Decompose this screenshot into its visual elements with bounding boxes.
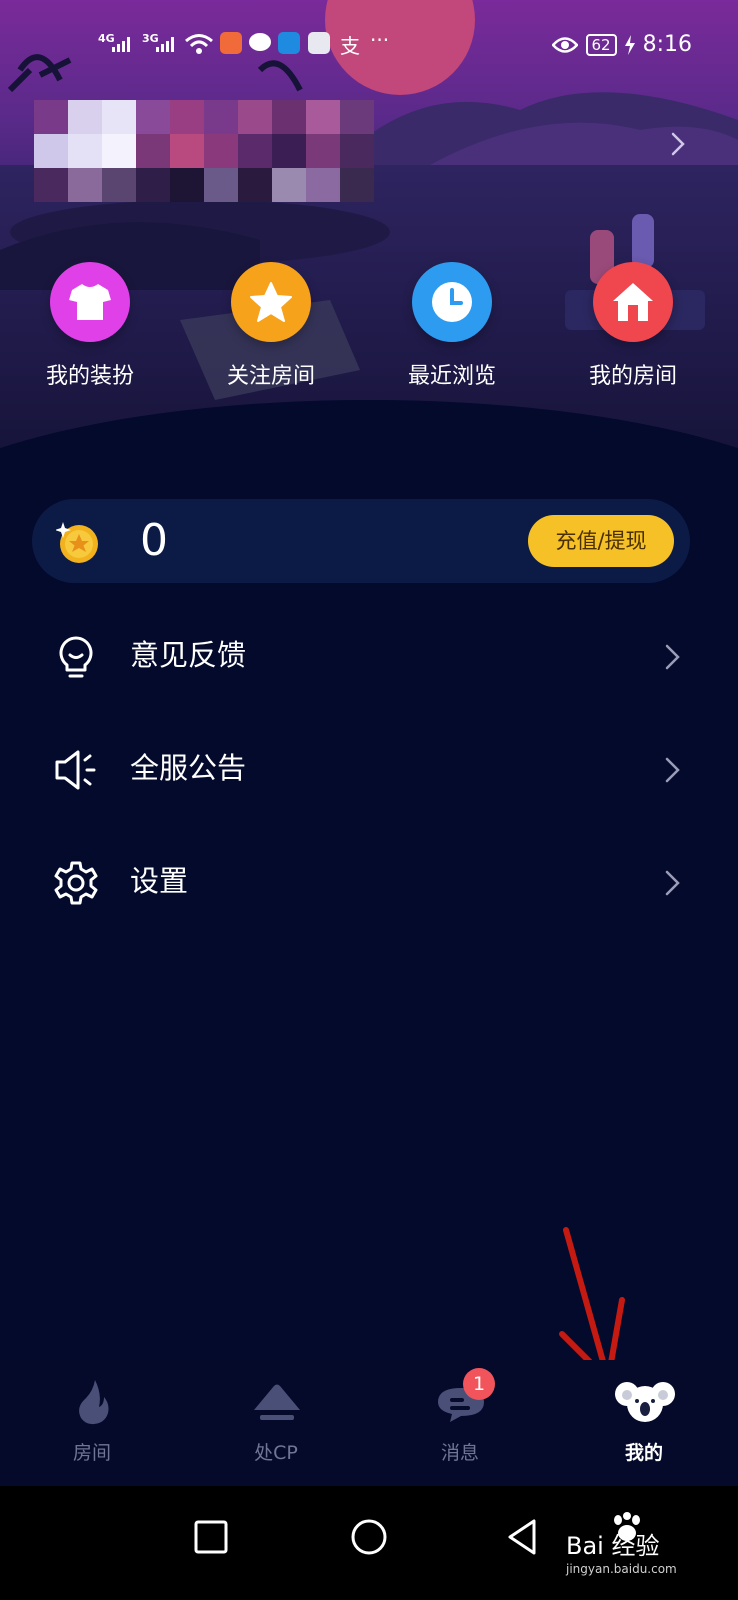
clock-icon	[432, 282, 472, 322]
status-right: 62 8:16	[551, 32, 692, 57]
back-icon[interactable]	[500, 1512, 550, 1562]
quick-action-followed-rooms[interactable]: 关注房间	[191, 262, 351, 390]
house-icon	[613, 283, 653, 321]
clock-time: 8:16	[642, 32, 692, 57]
my-room-circle	[593, 262, 673, 342]
unread-messages-badge: 1	[463, 1368, 495, 1400]
star-icon	[250, 282, 292, 322]
coin-balance-value: 0	[140, 515, 168, 566]
tab-messages[interactable]: 消息	[368, 1360, 552, 1486]
profile-hero	[0, 0, 738, 470]
quick-action-my-room[interactable]: 我的房间	[553, 262, 713, 390]
wifi-icon	[185, 34, 213, 54]
quick-action-recent[interactable]: 最近浏览	[372, 262, 532, 390]
mountain-icon	[254, 1384, 300, 1420]
recharge-withdraw-button[interactable]: 充值/提现	[528, 515, 674, 567]
charging-icon	[624, 34, 635, 55]
signal-bars-icon	[112, 36, 130, 52]
menu-item-settings[interactable]: 设置	[0, 841, 738, 921]
coin-balance-card: 0 充值/提现	[32, 499, 690, 583]
recent-circle	[412, 262, 492, 342]
system-navigation-bar: Bai 经验 jingyan.baidu.com	[0, 1486, 738, 1600]
quick-action-label: 最近浏览	[407, 364, 496, 389]
quick-action-label: 我的房间	[588, 364, 677, 389]
gear-icon	[54, 861, 98, 905]
app-notification-icon-1	[220, 32, 242, 54]
followed-rooms-circle	[231, 262, 311, 342]
outfit-circle	[50, 262, 130, 342]
profile-chevron-icon[interactable]	[664, 130, 692, 158]
quick-action-label: 关注房间	[226, 364, 315, 389]
baidu-watermark-url: jingyan.baidu.com	[566, 1562, 677, 1576]
chevron-right-icon	[665, 757, 680, 783]
app-notification-icon-3	[308, 32, 330, 54]
tab-label: 处CP	[254, 1442, 298, 1464]
tab-mine[interactable]: 我的	[552, 1360, 736, 1486]
lightbulb-icon	[59, 636, 93, 678]
more-notifications-icon: ···	[370, 28, 390, 52]
baidu-watermark-text: Bai 经验	[566, 1532, 660, 1560]
koala-icon	[615, 1382, 675, 1422]
menu-item-announcement[interactable]: 全服公告	[0, 728, 738, 808]
tab-cp[interactable]: 处CP	[184, 1360, 368, 1486]
tab-label: 房间	[72, 1442, 111, 1464]
status-bar: 4G 3G 支 ··· 62 8:16	[0, 26, 738, 66]
alipay-notification-icon: 支	[340, 34, 360, 58]
tab-label: 我的	[624, 1442, 663, 1464]
quick-action-label: 我的装扮	[45, 364, 134, 389]
home-icon[interactable]	[344, 1512, 394, 1562]
flame-icon	[79, 1380, 109, 1425]
message-notification-icon	[249, 33, 271, 51]
speaker-icon	[55, 750, 96, 790]
menu-item-label: 全服公告	[130, 751, 247, 785]
chevron-right-icon	[665, 870, 680, 896]
tab-label: 消息	[440, 1442, 479, 1464]
battery-level: 62	[585, 33, 617, 56]
gold-coin-icon	[56, 522, 98, 563]
menu-item-feedback[interactable]: 意见反馈	[0, 615, 738, 695]
eye-comfort-icon	[551, 36, 578, 53]
menu-item-label: 意见反馈	[130, 638, 247, 672]
app-notification-icon-2	[278, 32, 300, 54]
bottom-tab-bar: 房间 处CP 消息 我的	[0, 1360, 738, 1486]
menu-item-label: 设置	[130, 864, 189, 898]
tab-rooms[interactable]: 房间	[0, 1360, 184, 1486]
signal-bars-icon-2	[156, 36, 174, 52]
recent-apps-icon[interactable]	[186, 1512, 236, 1562]
profile-avatar-mosaic[interactable]	[34, 100, 374, 202]
chevron-right-icon	[665, 644, 680, 670]
quick-action-outfit[interactable]: 我的装扮	[10, 262, 170, 390]
shirt-icon	[69, 284, 111, 320]
profile-screen: 4G 3G 支 ··· 62 8:16 我的装扮 关注房间 最近浏览 我的房间 …	[0, 0, 738, 1600]
